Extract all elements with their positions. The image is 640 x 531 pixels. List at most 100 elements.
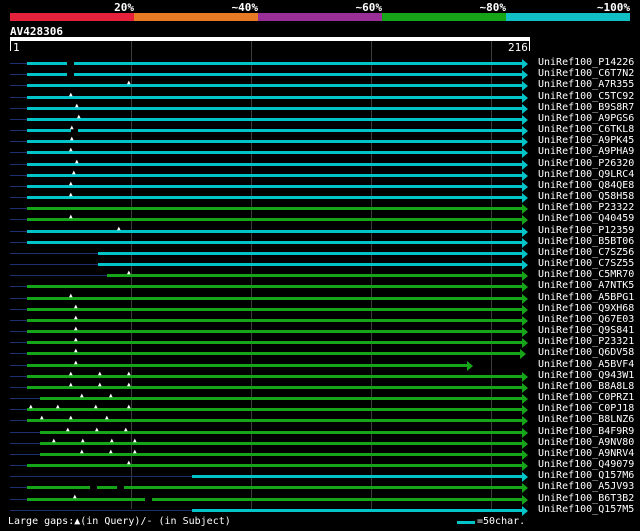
hit-label[interactable]: UniRef100_A7NTK5 <box>538 280 634 292</box>
hit-unaligned-line <box>10 97 27 98</box>
hit-alignment-bar[interactable] <box>27 408 522 411</box>
hit-row[interactable]: ▲ ▲ ▲ UniRef100_B8LNZ6 <box>0 414 640 426</box>
hit-alignment-bar[interactable] <box>27 230 522 233</box>
hit-unaligned-line <box>10 476 192 477</box>
hit-alignment-bar[interactable] <box>27 308 522 311</box>
hit-unaligned-line <box>10 164 27 165</box>
hit-alignment-bar[interactable] <box>27 151 522 154</box>
hit-end-arrow-icon <box>522 394 528 404</box>
hit-alignment-bar[interactable] <box>98 252 522 255</box>
query-gap-marker-icon: ▲ <box>80 392 84 399</box>
hit-alignment-bar[interactable] <box>27 84 522 87</box>
hit-alignment-bar[interactable] <box>98 263 522 266</box>
hit-alignment-bar[interactable] <box>192 475 522 478</box>
hit-end-arrow-icon <box>522 483 528 493</box>
hit-subject-gap <box>90 486 97 489</box>
hit-subject-gap <box>67 73 74 76</box>
hit-label[interactable]: UniRef100_Q40459 <box>538 213 634 225</box>
hit-end-arrow-icon <box>522 428 528 438</box>
hit-label[interactable]: UniRef100_B8LNZ6 <box>538 414 634 426</box>
hit-end-arrow-icon <box>522 472 528 482</box>
hit-unaligned-line <box>10 186 27 187</box>
hit-alignment-bar[interactable] <box>27 140 522 143</box>
hit-end-arrow-icon <box>522 305 528 315</box>
query-gap-marker-icon: ▲ <box>70 135 74 142</box>
hit-label[interactable]: UniRef100_Q6DV58 <box>538 347 634 359</box>
hit-subject-gap <box>145 498 152 501</box>
hit-end-arrow-icon <box>520 349 526 359</box>
hit-alignment-bar[interactable] <box>27 341 522 344</box>
hit-row[interactable]: ▲ UniRef100_A9PHA9 <box>0 146 640 158</box>
hit-row[interactable]: ▲ UniRef100_A7R355 <box>0 79 640 91</box>
hit-end-arrow-icon <box>522 215 528 225</box>
hit-row[interactable]: UniRef100_A5JV93 <box>0 481 640 493</box>
hit-unaligned-line <box>10 309 27 310</box>
hit-end-arrow-icon <box>522 495 528 505</box>
hit-unaligned-line <box>10 264 98 265</box>
query-gap-marker-icon: ▲ <box>69 213 73 220</box>
hit-end-arrow-icon <box>522 372 528 382</box>
hit-alignment-bar[interactable] <box>27 163 522 166</box>
hit-alignment-bar[interactable] <box>27 285 522 288</box>
hit-alignment-bar[interactable] <box>27 207 522 210</box>
hit-alignment-bar[interactable] <box>27 73 522 76</box>
hit-unaligned-line <box>10 409 27 410</box>
hit-alignment-bar[interactable] <box>27 174 522 177</box>
hit-alignment-bar[interactable] <box>27 330 522 333</box>
hit-label[interactable]: UniRef100_Q157M5 <box>538 504 634 516</box>
hit-unaligned-line <box>10 231 27 232</box>
hit-alignment-bar[interactable] <box>27 464 522 467</box>
hit-alignment-bar[interactable] <box>27 486 522 489</box>
hit-unaligned-line <box>10 119 27 120</box>
hit-alignment-bar[interactable] <box>27 118 522 121</box>
hit-alignment-bar[interactable] <box>27 319 522 322</box>
hit-row[interactable]: UniRef100_Q157M5 <box>0 504 640 516</box>
hit-alignment-bar[interactable] <box>27 185 522 188</box>
hit-unaligned-line <box>10 197 27 198</box>
hit-alignment-bar[interactable] <box>27 241 522 244</box>
query-gap-marker-icon: ▲ <box>98 370 102 377</box>
hit-unaligned-line <box>10 242 27 243</box>
hit-alignment-bar[interactable] <box>27 218 522 221</box>
hit-unaligned-line <box>10 387 27 388</box>
query-gap-marker-icon: ▲ <box>69 146 73 153</box>
hit-end-arrow-icon <box>522 148 528 158</box>
hit-end-arrow-icon <box>522 450 528 460</box>
hit-unaligned-line <box>10 454 40 455</box>
hit-unaligned-line <box>10 487 27 488</box>
hit-end-arrow-icon <box>522 137 528 147</box>
query-gap-marker-icon: ▲ <box>69 292 73 299</box>
hit-label[interactable]: UniRef100_A7R355 <box>538 79 634 91</box>
hit-alignment-bar[interactable] <box>192 509 522 512</box>
hit-alignment-bar[interactable] <box>27 129 522 132</box>
hit-unaligned-line <box>10 432 40 433</box>
query-gap-marker-icon: ▲ <box>124 426 128 433</box>
hit-alignment-bar[interactable] <box>27 62 522 65</box>
hit-alignment-bar[interactable] <box>27 196 522 199</box>
scale-label: =50char. <box>477 516 526 527</box>
hit-row[interactable]: ▲ UniRef100_Q40459 <box>0 213 640 225</box>
hit-alignment-bar[interactable] <box>40 431 522 434</box>
query-gap-marker-icon: ▲ <box>127 370 131 377</box>
hit-alignment-bar[interactable] <box>27 96 522 99</box>
hit-alignment-bar[interactable] <box>27 352 520 355</box>
hit-alignment-bar[interactable] <box>27 498 522 501</box>
hit-alignment-bar[interactable] <box>27 364 467 367</box>
hit-unaligned-line <box>10 320 27 321</box>
hit-row[interactable]: UniRef100_A7NTK5 <box>0 280 640 292</box>
hit-alignment-bar[interactable] <box>27 419 522 422</box>
hit-end-arrow-icon <box>522 271 528 281</box>
hit-alignment-bar[interactable] <box>107 274 522 277</box>
query-gap-marker-icon: ▲ <box>127 403 131 410</box>
hit-label[interactable]: UniRef100_A9PHA9 <box>538 146 634 158</box>
hit-unaligned-line <box>10 510 192 511</box>
hit-alignment-bar[interactable] <box>27 107 522 110</box>
hit-label[interactable]: UniRef100_A5JV93 <box>538 481 634 493</box>
hit-end-arrow-icon <box>522 70 528 80</box>
query-gap-marker-icon: ▲ <box>109 448 113 455</box>
hit-unaligned-line <box>10 152 27 153</box>
scale-bar <box>457 521 475 524</box>
hit-unaligned-line <box>10 420 27 421</box>
hit-alignment-bar[interactable] <box>27 297 522 300</box>
hit-row[interactable]: ▲ UniRef100_Q6DV58 <box>0 347 640 359</box>
